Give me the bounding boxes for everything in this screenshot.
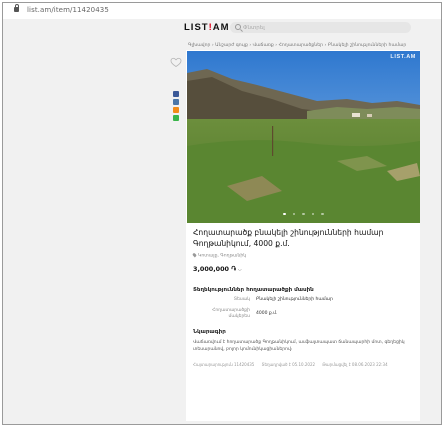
whatsapp-icon[interactable]: [173, 115, 179, 121]
description-heading: Նկարագիր: [193, 329, 226, 335]
attribute-label: Տեսակ: [233, 297, 250, 302]
photo-dot[interactable]: [302, 212, 305, 215]
browser-address-bar[interactable]: list.am/item/11420435: [3, 3, 441, 20]
vk-icon[interactable]: [173, 99, 179, 105]
lock-icon: [14, 4, 19, 13]
search-input[interactable]: [243, 22, 403, 33]
listing-photo[interactable]: LIST.AM: [187, 51, 420, 223]
posted-date: Տեղադրված է 05.10.2022: [261, 362, 316, 367]
listing-description: Վաճառվում է հողատարածք Գողթանիկում, ասֆա…: [193, 340, 405, 352]
attribute-label: Հողատարածքի մակերես: [212, 308, 250, 319]
breadcrumb[interactable]: Գլխավոր › Անշարժ գույք › Վաճառք › Հողատա…: [188, 43, 406, 48]
photo-watermark: LIST.AM: [390, 54, 416, 60]
address-url[interactable]: list.am/item/11420435: [27, 6, 109, 14]
photo-dot[interactable]: [283, 212, 286, 215]
ad-number: Հայտարարություն 11420435: [193, 362, 255, 367]
listing-title: Հողատարածք բնակելի շինությունների համար …: [193, 228, 384, 248]
heart-icon[interactable]: [170, 56, 182, 68]
photo-pagination[interactable]: [187, 200, 420, 219]
location-text[interactable]: Կոտայք, Գողթանիկ: [198, 254, 246, 259]
updated-date: Թարմացվել է 08.06.2023 22:34: [322, 362, 388, 367]
photo-dot[interactable]: [292, 212, 296, 215]
attribute-value: Բնակելի շինությունների համար: [256, 297, 333, 302]
listing-meta: Հայտարարություն 11420435 Տեղադրված է 05.…: [193, 362, 415, 367]
location-pin-icon: [192, 252, 197, 258]
photo-dot[interactable]: [311, 212, 315, 215]
facebook-icon[interactable]: [173, 91, 179, 97]
attribute-value: 4000 ք.մ.: [256, 311, 278, 316]
landscape-photo: [187, 51, 420, 223]
odnoklassniki-icon[interactable]: [173, 107, 179, 113]
params-heading: Տեղեկություններ հողատարածքի մասին: [193, 287, 314, 293]
photo-dot[interactable]: [321, 212, 324, 215]
site-search[interactable]: [230, 22, 411, 33]
search-icon: [235, 24, 241, 30]
currency-dropdown-icon[interactable]: ⌵: [238, 267, 242, 273]
site-logo[interactable]: LIST!AM: [184, 22, 230, 33]
listing-location[interactable]: Կոտայք, Գողթանիկ: [192, 252, 246, 259]
listing-price[interactable]: 3,000,000 ֏ ⌵: [193, 265, 242, 274]
